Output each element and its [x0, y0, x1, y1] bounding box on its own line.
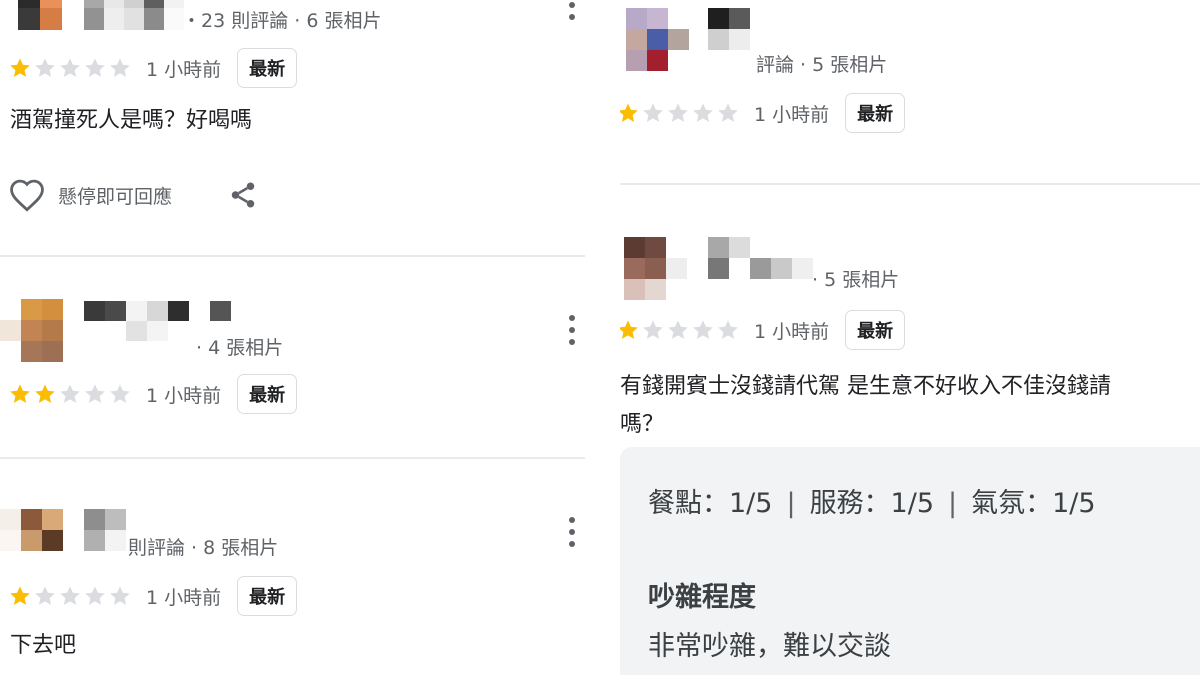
- reviewer-stats: · 5 張相片: [812, 269, 900, 291]
- star-icon: [85, 384, 105, 403]
- star-icon: [35, 58, 55, 77]
- star-icon: [60, 384, 80, 403]
- review-card: · 5 張相片 1 小時前 最新 有錢開賓士沒錢請代駕 是生意不好收入不佳沒錢請…: [620, 185, 1200, 675]
- noise-level-title: 吵雜程度: [648, 582, 756, 613]
- star-rating: [8, 382, 132, 406]
- newest-badge: 最新: [845, 310, 906, 350]
- share-icon[interactable]: [228, 179, 258, 211]
- star-icon: [668, 103, 688, 122]
- left-review-panel: ・23 則評論 · 6 張相片 1 小時前 最新 酒駕撞死人是嗎？好喝嗎 懸停即…: [0, 0, 585, 675]
- react-hint: 懸停即可回應: [58, 185, 173, 208]
- reviewer-avatar[interactable]: [0, 509, 63, 551]
- review-time: 1 小時前: [146, 384, 222, 407]
- heart-outline-icon[interactable]: [8, 178, 46, 212]
- star-icon: [620, 320, 638, 339]
- star-rating: [620, 101, 740, 125]
- rating-row: 1 小時前 最新: [620, 310, 906, 350]
- score-separator: |: [948, 488, 958, 519]
- star-icon: [10, 586, 30, 605]
- reviewer-stats: ‧ 4 張相片: [196, 337, 284, 359]
- review-text: 酒駕撞死人是嗎？好喝嗎: [10, 108, 253, 133]
- star-icon: [85, 58, 105, 77]
- reviewer-avatar[interactable]: [624, 237, 687, 300]
- reviewer-name[interactable]: [708, 237, 813, 279]
- review-time: 1 小時前: [754, 103, 830, 126]
- more-options-icon[interactable]: [567, 0, 577, 20]
- star-icon: [10, 384, 30, 403]
- reviewer-avatar[interactable]: [18, 0, 62, 30]
- review-text-line: 有錢開賓士沒錢請代駕 是生意不好收入不佳沒錢請: [620, 374, 1111, 399]
- review-time: 1 小時前: [754, 320, 830, 343]
- star-icon: [110, 586, 130, 605]
- rating-row: 1 小時前 最新: [8, 576, 298, 616]
- star-icon: [110, 58, 130, 77]
- newest-badge: 最新: [237, 576, 298, 616]
- star-icon: [35, 384, 55, 403]
- rating-summary-card: 餐點：1/5 | 服務：1/5 | 氣氛：1/5 吵雜程度 非常吵雜，難以交談: [620, 447, 1200, 675]
- star-icon: [10, 58, 30, 77]
- reviewer-name[interactable]: [84, 0, 184, 30]
- star-icon: [718, 320, 738, 339]
- reviewer-avatar[interactable]: [0, 299, 63, 362]
- category-scores: 餐點：1/5 | 服務：1/5 | 氣氛：1/5: [648, 481, 1096, 520]
- reviewer-avatar[interactable]: [626, 8, 689, 71]
- reviewer-stats: 評論 · 5 張相片: [756, 54, 888, 76]
- newest-badge: 最新: [237, 374, 298, 414]
- star-icon: [35, 586, 55, 605]
- star-icon: [693, 103, 713, 122]
- star-rating: [620, 318, 740, 342]
- review-card: ‧ 4 張相片 1 小時前 最新: [0, 257, 585, 457]
- star-icon: [60, 58, 80, 77]
- review-actions: 懸停即可回應: [8, 178, 258, 212]
- star-rating: [8, 584, 132, 608]
- right-review-panel: 評論 · 5 張相片 1 小時前 最新 · 5 張相片 1 小時前 最新 有錢開…: [620, 0, 1200, 675]
- review-card: 則評論 · 8 張相片 1 小時前 最新 下去吧: [0, 459, 585, 675]
- rating-row: 1 小時前 最新: [8, 374, 298, 414]
- star-icon: [643, 103, 663, 122]
- reviewer-name[interactable]: [708, 8, 750, 50]
- reviewer-stats: ・23 則評論 · 6 張相片: [182, 10, 382, 32]
- review-time: 1 小時前: [146, 58, 222, 81]
- rating-row: 1 小時前 最新: [8, 48, 298, 88]
- atmosphere-score: 氣氛：1/5: [971, 488, 1096, 519]
- star-icon: [110, 384, 130, 403]
- reviewer-name[interactable]: [84, 509, 126, 551]
- star-icon: [668, 320, 688, 339]
- star-rating: [8, 56, 132, 80]
- review-card: 評論 · 5 張相片 1 小時前 最新: [620, 0, 1200, 183]
- score-separator: |: [786, 488, 796, 519]
- more-options-icon[interactable]: [567, 315, 577, 345]
- review-time: 1 小時前: [146, 586, 222, 609]
- star-icon: [643, 320, 663, 339]
- star-icon: [85, 586, 105, 605]
- star-icon: [60, 586, 80, 605]
- star-icon: [620, 103, 638, 122]
- rating-row: 1 小時前 最新: [620, 93, 906, 133]
- more-options-icon[interactable]: [567, 517, 577, 547]
- food-score: 餐點：1/5: [648, 488, 773, 519]
- reviewer-stats: 則評論 · 8 張相片: [128, 537, 279, 559]
- service-score: 服務：1/5: [809, 488, 935, 519]
- newest-badge: 最新: [845, 93, 906, 133]
- newest-badge: 最新: [237, 48, 298, 88]
- star-icon: [693, 320, 713, 339]
- star-icon: [718, 103, 738, 122]
- noise-level-value: 非常吵雜，難以交談: [648, 631, 891, 662]
- review-card: ・23 則評論 · 6 張相片 1 小時前 最新 酒駕撞死人是嗎？好喝嗎 懸停即…: [0, 0, 585, 255]
- review-text: 下去吧: [10, 633, 77, 658]
- review-text-line: 嗎？: [620, 412, 665, 437]
